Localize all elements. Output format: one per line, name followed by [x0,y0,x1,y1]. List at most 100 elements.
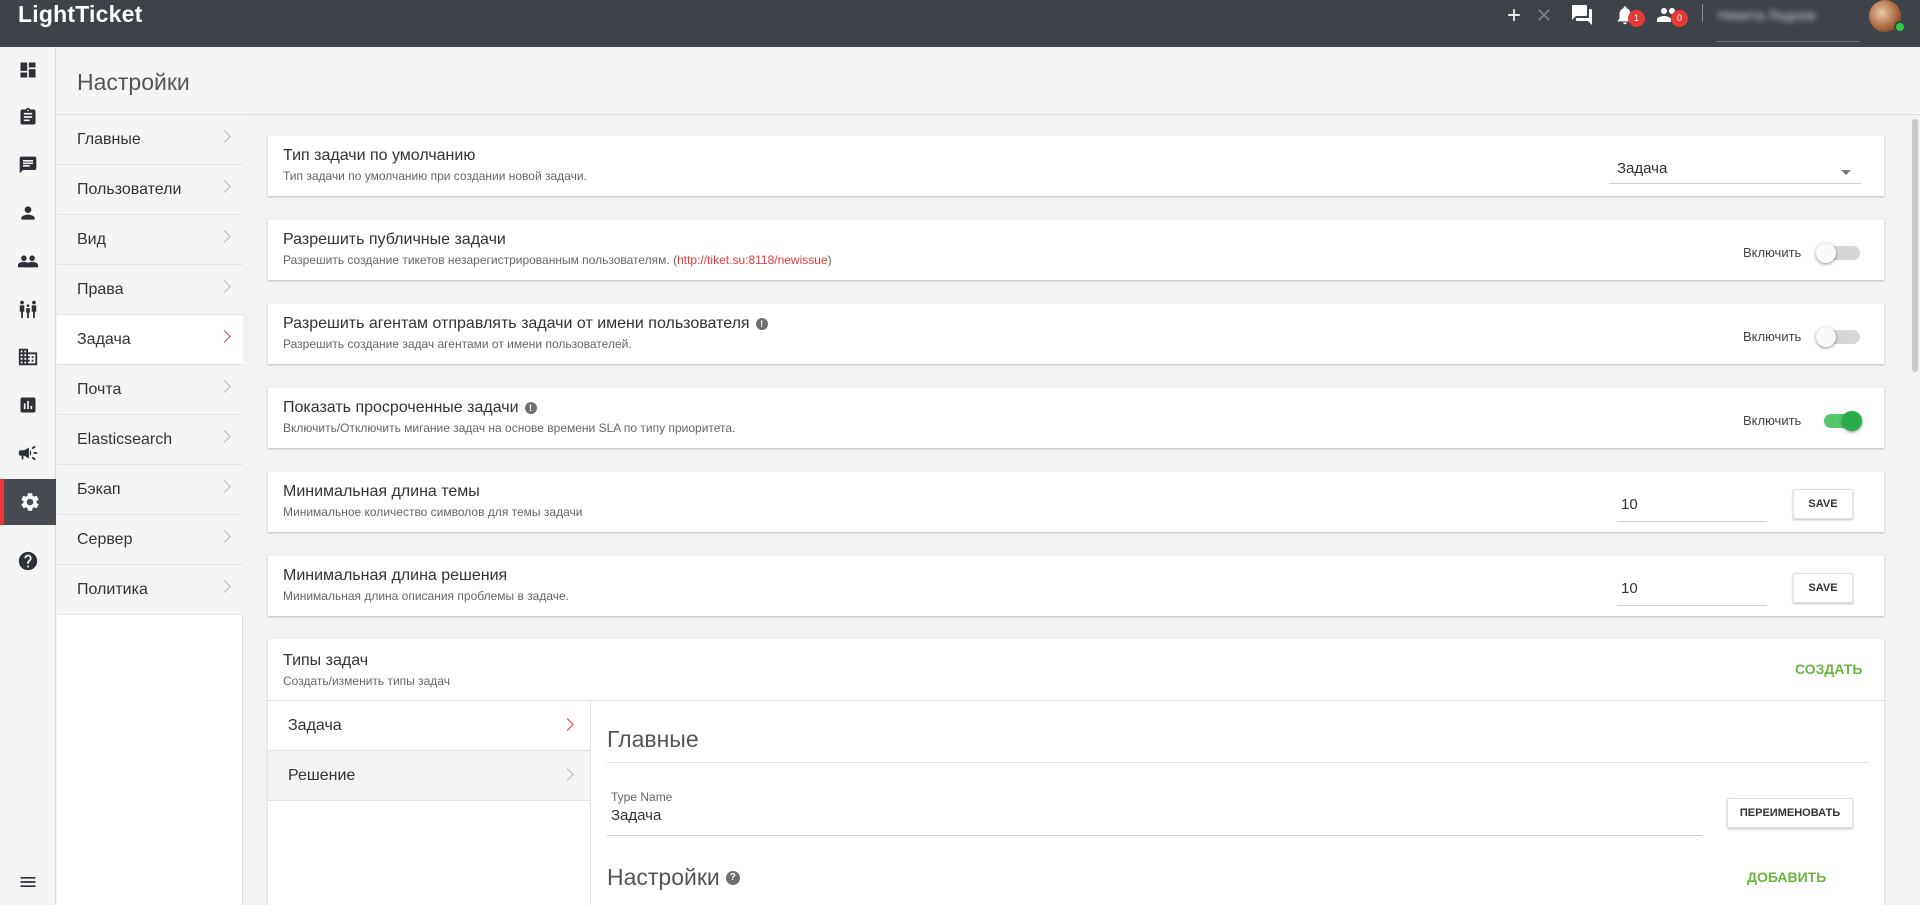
menu-item-policy[interactable]: Политика [57,565,243,615]
page-title: Настройки [77,69,190,95]
setting-title: Тип задачи по умолчанию [283,147,476,164]
group-icon[interactable] [0,238,56,284]
toggle-label: Включить [1743,329,1802,344]
setting-subtitle: Минимальное количество символов для темы… [283,505,583,519]
help-icon[interactable]: ? [725,870,740,885]
content-scrollbar[interactable] [1912,119,1918,372]
setting-title: Разрешить агентам отправлять задачи от и… [283,315,768,333]
people-icon[interactable] [0,286,56,332]
gear-icon[interactable] [0,479,56,525]
setting-title: Минимальная длина темы [283,483,480,500]
rename-button[interactable]: ПЕРЕИМЕНОВАТЬ [1727,798,1853,828]
user-underline [1716,41,1860,42]
overdue-tasks-toggle[interactable] [1816,411,1862,431]
select-value: Задача [1617,160,1668,177]
menu-item-elasticsearch[interactable]: Elasticsearch [57,415,243,465]
megaphone-icon[interactable] [0,430,56,476]
agent-on-behalf-toggle[interactable] [1816,327,1862,347]
add-icon[interactable] [1503,2,1525,28]
setting-subtitle: Включить/Отключить мигание задач на осно… [283,421,736,435]
type-item-solution[interactable]: Решение [268,751,590,801]
setting-title: Разрешить публичные задачи [283,231,506,248]
default-type-select[interactable]: Задача [1609,148,1861,184]
min-solution-input[interactable]: 10 [1617,568,1767,606]
dashboard-icon[interactable] [0,47,56,93]
chevron-right-icon [218,130,231,143]
menu-item-label: Бэкап [77,480,121,498]
input-value: 10 [1621,580,1638,597]
task-types-list: Задача Решение [268,701,591,905]
chevron-right-icon [218,580,231,593]
menu-item-label: Политика [77,580,148,598]
setting-title-text: Разрешить агентам отправлять задачи от и… [283,315,750,332]
menu-item-general[interactable]: Главные [57,115,243,165]
menu-item-permissions[interactable]: Права [57,265,243,315]
add-setting-button[interactable]: ДОБАВИТЬ [1747,869,1826,885]
chat-icon[interactable] [1569,2,1595,28]
help-icon[interactable] [0,538,56,584]
chart-icon[interactable] [0,382,56,428]
menu-item-label: Пользователи [77,180,182,198]
clipboard-icon[interactable] [0,94,56,140]
type-name-input[interactable]: Задача [611,807,661,824]
building-icon[interactable] [0,334,56,380]
info-icon[interactable]: ! [524,402,537,414]
menu-item-backup[interactable]: Бэкап [57,465,243,515]
setting-title-text: Показать просроченные задачи [283,399,519,416]
toggle-label: Включить [1743,413,1802,428]
save-button[interactable]: SAVE [1793,573,1853,603]
setting-subtitle: Разрешить создание задач агентами от име… [283,337,632,351]
task-type-detail: Главные Type Name Задача ПЕРЕИМЕНОВАТЬ Н… [607,701,1869,905]
setting-agent-on-behalf: Разрешить агентам отправлять задачи от и… [268,304,1884,364]
menu-item-view[interactable]: Вид [57,215,243,265]
setting-title: Минимальная длина решения [283,567,508,584]
chevron-right-icon [218,380,231,393]
nav-rail [0,47,56,905]
menu-icon[interactable] [0,864,56,900]
settings-section-title-text: Настройки [607,864,720,890]
menu-item-label: Вид [77,230,106,248]
menu-item-mail[interactable]: Почта [57,365,243,415]
min-subject-input[interactable]: 10 [1617,484,1767,522]
caret-down-icon [1841,170,1851,175]
setting-subtitle: Разрешить создание тикетов незарегистрир… [283,253,832,267]
chevron-right-icon [561,718,574,731]
menu-item-label: Права [77,280,124,298]
menu-item-label: Главные [77,130,141,148]
setting-min-solution-length: Минимальная длина решения Минимальная дл… [268,556,1884,616]
menu-item-label: Сервер [77,530,133,548]
public-tasks-toggle[interactable] [1816,243,1862,263]
menu-item-label: Почта [77,380,122,398]
menu-item-users[interactable]: Пользователи [57,165,243,215]
toggle-label: Включить [1743,245,1802,260]
public-issue-link[interactable]: http://tiket.su:8118/newissue [677,253,828,267]
save-button[interactable]: SAVE [1793,489,1853,519]
setting-public-tasks: Разрешить публичные задачи Разрешить соз… [268,220,1884,280]
info-icon[interactable]: ! [755,318,768,330]
menu-item-label: Задача [77,330,131,348]
page-header: Настройки [57,47,1920,115]
users-badge: 0 [1671,10,1688,27]
person-icon[interactable] [0,190,56,236]
setting-overdue-tasks: Показать просроченные задачи! Включить/О… [268,388,1884,448]
message-icon[interactable] [0,142,56,188]
create-type-button[interactable]: СОЗДАТЬ [1795,661,1862,677]
type-item-task[interactable]: Задача [268,701,590,751]
chevron-right-icon [218,230,231,243]
setting-subtitle: Минимальная длина описания проблемы в за… [283,589,570,603]
menu-item-server[interactable]: Сервер [57,515,243,565]
user-name[interactable]: Никита Леднев [1718,4,1858,26]
subtitle-suffix: ) [827,253,832,267]
close-icon[interactable] [1533,2,1555,28]
task-types-title: Типы задач [283,652,369,669]
subtitle-text: Разрешить создание тикетов незарегистрир… [283,253,678,267]
chevron-right-icon [218,480,231,493]
menu-item-task[interactable]: Задача [57,315,243,365]
app-logo[interactable]: LightTicket [18,0,142,28]
chevron-right-icon [561,768,574,781]
top-bar: LightTicket 1 0 Никита Леднев [0,0,1920,47]
task-types-card: Типы задач Создать/изменить типы задач С… [268,639,1884,905]
settings-menu: Главные Пользователи Вид Права Задача По… [57,115,243,905]
setting-title: Показать просроченные задачи! [283,399,537,417]
topbar-separator [1702,4,1703,22]
